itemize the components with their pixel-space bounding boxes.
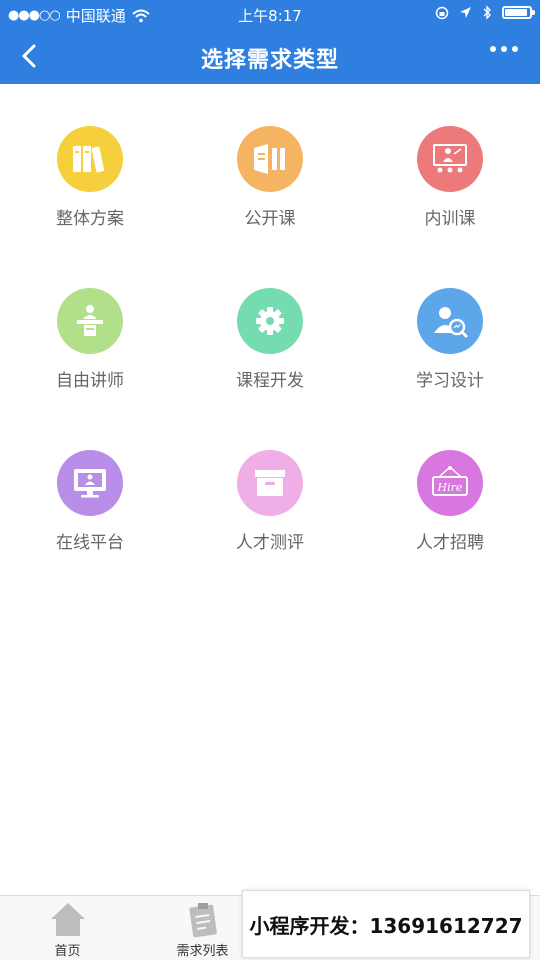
bluetooth-icon (483, 5, 491, 20)
battery-icon (502, 6, 535, 19)
more-menu-icon[interactable] (490, 46, 518, 52)
online-platform-icon-circle (57, 450, 123, 516)
tab-home[interactable]: 首页 (0, 896, 135, 960)
navigation-bar: 选择需求类型 (0, 28, 540, 84)
demand-type-freelance-lecturer[interactable]: 自由讲师 (0, 288, 180, 391)
location-arrow-icon (460, 7, 471, 18)
demand-type-label: 课程开发 (236, 371, 304, 391)
demand-type-label: 人才招聘 (416, 533, 484, 553)
training-board-icon (433, 144, 467, 173)
lecturer-podium-icon (77, 305, 103, 336)
demand-type-overall-plan[interactable]: 整体方案 (0, 126, 180, 229)
freelance-lecturer-icon-circle (57, 288, 123, 354)
overall-plan-icon-circle (57, 126, 123, 192)
home-icon (50, 903, 85, 936)
archive-box-icon (255, 470, 285, 496)
hire-sign-text: Hire (437, 481, 463, 494)
clipboard-icon (188, 903, 217, 938)
internal-training-icon-circle (417, 126, 483, 192)
rotation-lock-icon (435, 6, 449, 19)
demand-type-open-course[interactable]: 公开课 (180, 126, 360, 229)
demand-type-talent-recruitment[interactable]: Hire 人才招聘 (360, 450, 540, 553)
page-title: 选择需求类型 (200, 48, 339, 73)
demand-type-course-development[interactable]: 课程开发 (180, 288, 360, 391)
demand-type-label: 人才测评 (236, 533, 304, 553)
demand-type-learning-design[interactable]: 学习设计 (360, 288, 540, 391)
course-development-icon-circle (237, 288, 303, 354)
demand-type-online-platform[interactable]: 在线平台 (0, 450, 180, 553)
demand-type-label: 学习设计 (416, 371, 484, 391)
tab-label: 首页 (54, 944, 81, 959)
books-icon (73, 146, 105, 173)
open-course-icon (254, 144, 285, 174)
demand-type-label: 内训课 (424, 209, 476, 229)
learning-design-icon-circle (417, 288, 483, 354)
open-course-icon-circle (237, 126, 303, 192)
demand-type-talent-assessment[interactable]: 人才测评 (180, 450, 360, 553)
demand-type-internal-training[interactable]: 内训课 (360, 126, 540, 229)
demand-type-label: 自由讲师 (56, 371, 124, 391)
top-bar: ●●●○○ 中国联通 上午8:17 选择需求类型 (0, 0, 540, 84)
hire-sign-icon: Hire (432, 466, 468, 496)
user-search-icon (434, 307, 468, 338)
status-bar: ●●●○○ 中国联通 上午8:17 (0, 0, 540, 28)
demand-type-label: 公开课 (244, 209, 296, 229)
talent-assessment-icon-circle (237, 450, 303, 516)
talent-recruitment-icon-circle: Hire (417, 450, 483, 516)
promo-banner: 小程序开发：13691612727 (242, 890, 530, 958)
monitor-icon (74, 469, 106, 498)
gear-icon (256, 307, 284, 335)
demand-type-label: 整体方案 (56, 209, 124, 229)
demand-type-label: 在线平台 (56, 533, 124, 553)
